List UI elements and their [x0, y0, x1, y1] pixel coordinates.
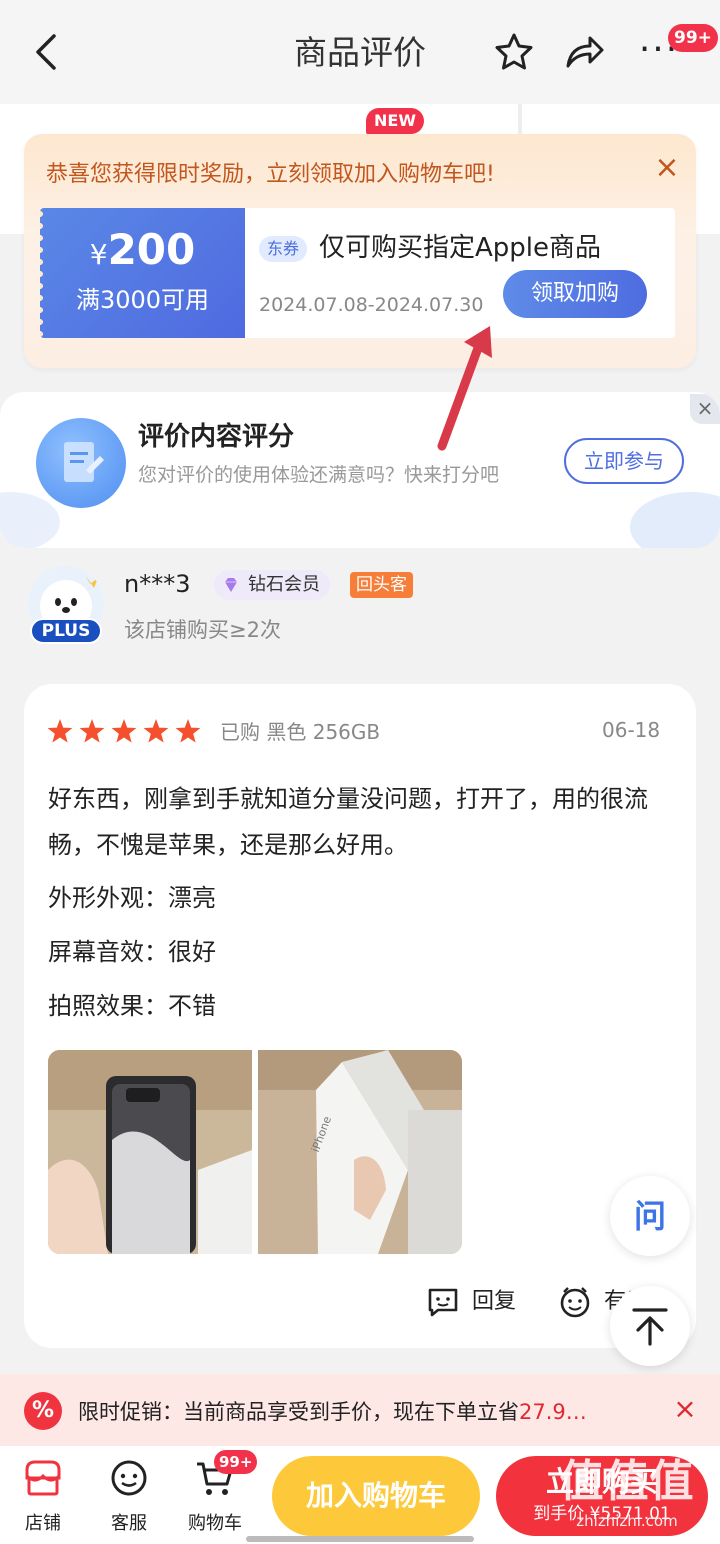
- reviewer-name: n***3: [124, 570, 191, 598]
- comment-icon: [428, 1288, 458, 1317]
- back-button[interactable]: [26, 30, 70, 74]
- coupon-detail-panel: 东券 仅可购买指定Apple商品 2024.07.08-2024.07.30 领…: [245, 208, 675, 338]
- percent-icon: %: [24, 1392, 62, 1430]
- customer-service-label: 客服: [111, 1513, 147, 1534]
- share-button[interactable]: [562, 30, 606, 74]
- promotion-close-button[interactable]: ×: [670, 1394, 700, 1424]
- thumbs-face-icon: [560, 1287, 590, 1318]
- ask-question-button[interactable]: 问: [610, 1176, 690, 1256]
- coupon-popup-close-button[interactable]: ×: [652, 153, 682, 184]
- reply-label: 回复: [472, 1289, 517, 1314]
- claim-coupon-button[interactable]: 领取加购: [503, 270, 647, 318]
- attribute-value: 不错: [168, 992, 216, 1020]
- join-survey-button[interactable]: 立即参与: [564, 438, 684, 484]
- review-card: 已购 黑色 256GB 06-18 好东西，刚拿到手就知道分量没问题，打开了，用…: [24, 684, 696, 1348]
- diamond-icon: [225, 578, 237, 592]
- coupon-validity: 2024.07.08-2024.07.30: [259, 294, 484, 316]
- header-bar: [0, 0, 720, 104]
- store-tab-label: 店铺: [25, 1513, 61, 1534]
- promotion-message: 限时促销：当前商品享受到手价，现在下单立省: [78, 1400, 519, 1424]
- chat-face-icon: [111, 1460, 147, 1496]
- purchased-variant: 已购 黑色 256GB: [220, 720, 381, 744]
- returning-customer-tag: 回头客: [350, 572, 413, 598]
- coupon-popup: 恭喜您获得限时奖励，立刻领取加入购物车吧! × ¥200 满3000可用 东券 …: [24, 134, 696, 368]
- decorative-bubble: [630, 492, 720, 548]
- watermark-site: zhizhizhi.com: [576, 1512, 678, 1530]
- rating-stars-graphic: [47, 719, 201, 743]
- favorite-button[interactable]: [492, 30, 536, 74]
- watermark: 值值值: [559, 1456, 695, 1507]
- add-to-cart-button[interactable]: 加入购物车: [272, 1456, 480, 1536]
- rating-stars: [46, 718, 206, 744]
- review-attribute: 外形外观：漂亮: [48, 878, 216, 913]
- review-photo[interactable]: [48, 1050, 252, 1254]
- promotion-text: 限时促销：当前商品享受到手价，现在下单立省27.9…: [78, 1396, 652, 1426]
- notification-badge: 99+: [668, 24, 718, 52]
- star-icon: [79, 719, 105, 743]
- purchase-count: 该店铺购买≥2次: [124, 618, 281, 642]
- coupon-type-tag: 东券: [259, 236, 308, 262]
- survey-subtitle: 您对评价的使用体验还满意吗？快来打分吧: [138, 464, 500, 486]
- reply-button[interactable]: 回复: [426, 1284, 516, 1320]
- star-icon: [495, 33, 533, 70]
- coupon-currency: ¥: [89, 238, 108, 271]
- review-date: 06-18: [602, 718, 661, 742]
- back-to-top-button[interactable]: [610, 1286, 690, 1366]
- red-arrow-annotation: [437, 326, 492, 451]
- attribute-label: 拍照效果：: [48, 992, 168, 1020]
- coupon-condition: 满3000可用: [75, 286, 210, 314]
- new-badge: NEW: [366, 108, 424, 134]
- review-attribute: 屏幕音效：很好: [48, 932, 216, 967]
- survey-title: 评价内容评分: [138, 422, 295, 452]
- arrow-up-icon: [632, 1308, 668, 1346]
- star-icon: [175, 719, 201, 743]
- cart-tab-label: 购物车: [188, 1513, 242, 1534]
- promotion-bar[interactable]: % 限时促销：当前商品享受到手价，现在下单立省27.9… ×: [0, 1374, 720, 1446]
- coupon-popup-message: 恭喜您获得限时奖励，立刻领取加入购物车吧!: [46, 162, 495, 187]
- star-icon: [143, 719, 169, 743]
- attribute-label: 外形外观：: [48, 884, 168, 912]
- star-icon: [47, 719, 73, 743]
- attribute-label: 屏幕音效：: [48, 938, 168, 966]
- review-attribute: 拍照效果：不错: [48, 986, 216, 1021]
- home-indicator[interactable]: [246, 1536, 474, 1542]
- attribute-value: 很好: [168, 938, 216, 966]
- coupon-amount-value: 200: [107, 225, 196, 274]
- customer-service-tab[interactable]: 客服: [94, 1456, 164, 1535]
- review-photo[interactable]: iPhone: [258, 1050, 462, 1254]
- plus-member-badge: PLUS: [30, 618, 102, 644]
- document-icon: [36, 418, 126, 508]
- survey-card: 评价内容评分 您对评价的使用体验还满意吗？快来打分吧 立即参与 ×: [0, 392, 720, 548]
- coupon-amount: ¥200: [40, 226, 245, 279]
- member-level-badge: 钻石会员: [214, 570, 330, 600]
- star-icon: [111, 719, 137, 743]
- chevron-left-icon: [36, 34, 56, 70]
- coupon-description: 仅可购买指定Apple商品: [319, 233, 602, 263]
- review-text: 好东西，刚拿到手就知道分量没问题，打开了，用的很流畅，不愧是苹果，还是那么好用。: [48, 785, 648, 859]
- cart-count-badge: 99+: [214, 1450, 258, 1474]
- attribute-value: 漂亮: [168, 884, 216, 912]
- survey-close-button[interactable]: ×: [690, 394, 720, 424]
- store-tab[interactable]: 店铺: [8, 1456, 78, 1535]
- promotion-amount: 27.9…: [519, 1400, 587, 1424]
- coupon-value-panel: ¥200 满3000可用: [40, 208, 245, 338]
- member-level-label: 钻石会员: [248, 574, 320, 595]
- store-icon: [25, 1460, 61, 1496]
- share-icon: [566, 36, 604, 68]
